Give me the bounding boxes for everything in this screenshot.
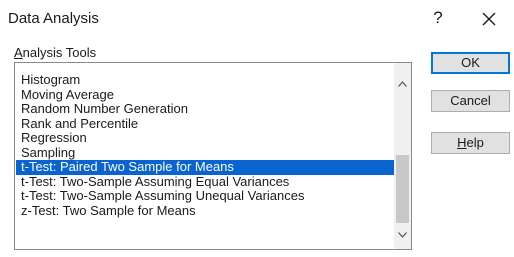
scroll-up-arrow-icon[interactable] bbox=[394, 75, 411, 92]
analysis-tools-label-mnemonic: A bbox=[14, 45, 23, 60]
analysis-tools-listbox[interactable]: Histogram Moving Average Random Number Gen… bbox=[14, 62, 412, 250]
analysis-tool-item[interactable]: t-Test: Two-Sample Assuming Unequal Vari… bbox=[16, 188, 395, 204]
analysis-tool-item[interactable]: Regression bbox=[16, 130, 395, 146]
cancel-button[interactable]: Cancel bbox=[431, 90, 510, 112]
data-analysis-dialog: Data Analysis ? Analysis Tools Histogram… bbox=[0, 0, 514, 257]
analysis-tool-item[interactable]: z-Test: Two Sample for Means bbox=[16, 203, 395, 219]
help-button-mnemonic: H bbox=[457, 135, 467, 150]
vertical-scrollbar[interactable] bbox=[394, 63, 411, 249]
analysis-tool-item[interactable]: Histogram bbox=[16, 72, 395, 88]
analysis-tool-item[interactable]: t-Test: Two-Sample Assuming Equal Varian… bbox=[16, 174, 395, 190]
close-icon[interactable] bbox=[479, 9, 499, 29]
analysis-tool-item[interactable]: t-Test: Paired Two Sample for Means bbox=[16, 159, 395, 175]
analysis-tool-item[interactable]: Sampling bbox=[16, 145, 395, 161]
analysis-tool-item[interactable]: Random Number Generation bbox=[16, 101, 395, 117]
analysis-tool-item[interactable]: Rank and Percentile bbox=[16, 116, 395, 132]
ok-button[interactable]: OK bbox=[431, 52, 510, 74]
analysis-tools-label-text: nalysis Tools bbox=[22, 45, 97, 60]
dialog-title: Data Analysis bbox=[8, 10, 99, 27]
scroll-down-arrow-icon[interactable] bbox=[394, 226, 411, 243]
analysis-tool-item[interactable]: Moving Average bbox=[16, 87, 395, 103]
scrollbar-thumb[interactable] bbox=[396, 155, 409, 223]
analysis-tools-list: Histogram Moving Average Random Number Gen… bbox=[16, 72, 395, 219]
help-question-icon[interactable]: ? bbox=[429, 7, 447, 29]
help-button[interactable]: Help bbox=[431, 132, 510, 154]
help-button-label: elp bbox=[466, 135, 484, 150]
analysis-tools-label: Analysis Tools bbox=[14, 45, 96, 60]
